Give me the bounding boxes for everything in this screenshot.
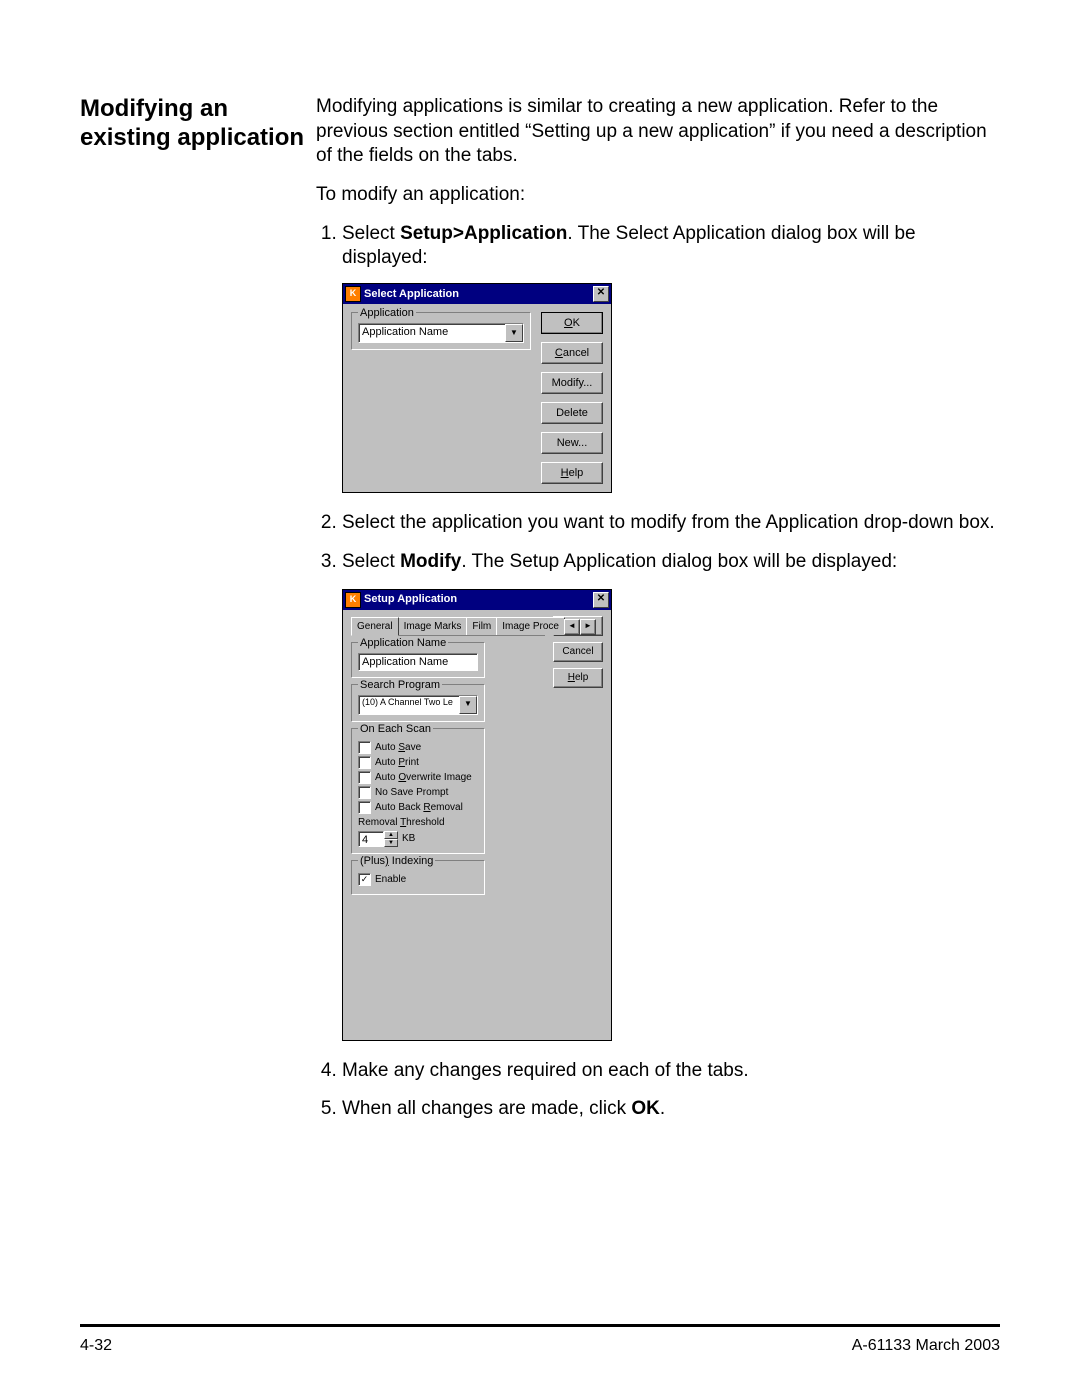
plus-indexing-label: (Plus) Indexing (358, 854, 435, 868)
footer-rule (80, 1324, 1000, 1327)
application-name-combo[interactable]: Application Name ▼ (358, 323, 524, 343)
auto-save-label: Auto Save (375, 741, 421, 754)
section-heading: Modifying an existing application (80, 95, 316, 153)
tab-bar: General Image Marks Film Image Proce ◄ ► (351, 616, 545, 636)
select-application-title: Select Application (364, 287, 459, 301)
intro-paragraph-2: To modify an application: (316, 183, 1000, 208)
kodak-icon: K (345, 592, 361, 608)
tab-image-processing[interactable]: Image Proce (496, 617, 565, 635)
auto-print-checkbox[interactable] (358, 756, 371, 769)
step-3: Select Modify. The Setup Application dia… (342, 550, 1000, 1041)
close-icon[interactable]: ✕ (593, 286, 609, 302)
page: Modifying an existing application Modify… (0, 0, 1080, 1397)
tab-scroll-left-icon[interactable]: ◄ (564, 619, 580, 635)
body-column: Modifying applications is similar to cre… (316, 95, 1000, 1136)
search-program-label: Search Program (358, 678, 442, 692)
removal-threshold-label: Removal Threshold (358, 816, 478, 829)
page-number: 4-32 (80, 1337, 112, 1355)
auto-back-removal-label: Auto Back Removal (375, 801, 463, 814)
setup-application-title: Setup Application (364, 592, 457, 606)
removal-threshold-field[interactable]: 4 (358, 831, 384, 847)
application-name-label: Application Name (358, 636, 448, 650)
help-button[interactable]: Help (553, 668, 603, 688)
section-heading-col: Modifying an existing application (80, 95, 316, 153)
tab-general[interactable]: General (351, 617, 399, 636)
help-button[interactable]: Help (541, 462, 603, 484)
chevron-down-icon[interactable]: ▼ (459, 696, 477, 714)
close-icon[interactable]: ✕ (593, 592, 609, 608)
page-footer: 4-32 A-61133 March 2003 (80, 1337, 1000, 1355)
search-program-groupbox: Search Program (10) A Channel Two Le ▼ (351, 684, 485, 722)
select-application-titlebar: K Select Application ✕ (343, 284, 611, 304)
application-groupbox: Application Application Name ▼ (351, 312, 531, 350)
auto-back-removal-checkbox[interactable] (358, 801, 371, 814)
step-2: Select the application you want to modif… (342, 511, 1000, 536)
kb-label: KB (402, 832, 415, 845)
kodak-icon: K (345, 286, 361, 302)
cancel-button[interactable]: Cancel (541, 342, 603, 364)
threshold-down-icon[interactable]: ▼ (384, 839, 398, 847)
enable-checkbox[interactable]: ✓ (358, 873, 371, 886)
ok-button[interactable]: OK (541, 312, 603, 334)
auto-overwrite-checkbox[interactable] (358, 771, 371, 784)
search-program-value: (10) A Channel Two Le (359, 696, 459, 714)
plus-indexing-groupbox: (Plus) Indexing ✓Enable (351, 860, 485, 895)
no-save-prompt-label: No Save Prompt (375, 786, 448, 799)
step-4: Make any changes required on each of the… (342, 1059, 1000, 1084)
tab-scroll-right-icon[interactable]: ► (580, 619, 596, 635)
application-name-groupbox: Application Name Application Name (351, 642, 485, 678)
on-each-scan-groupbox: On Each Scan Auto Save Auto Print Auto O… (351, 728, 485, 854)
application-name-value: Application Name (359, 324, 505, 342)
setup-application-titlebar: K Setup Application ✕ (343, 590, 611, 610)
modify-button[interactable]: Modify... (541, 372, 603, 394)
doc-id-date: A-61133 March 2003 (852, 1337, 1000, 1355)
tab-film[interactable]: Film (466, 617, 497, 635)
search-program-combo[interactable]: (10) A Channel Two Le ▼ (358, 695, 478, 715)
auto-overwrite-label: Auto Overwrite Image (375, 771, 472, 784)
auto-print-label: Auto Print (375, 756, 419, 769)
application-name-field[interactable]: Application Name (358, 653, 478, 671)
application-group-label: Application (358, 306, 416, 320)
tab-image-marks[interactable]: Image Marks (398, 617, 468, 635)
auto-save-checkbox[interactable] (358, 741, 371, 754)
delete-button[interactable]: Delete (541, 402, 603, 424)
step-1: Select Setup>Application. The Select App… (342, 222, 1000, 493)
new-button[interactable]: New... (541, 432, 603, 454)
chevron-down-icon[interactable]: ▼ (505, 324, 523, 342)
setup-application-dialog: K Setup Application ✕ General Image Mark… (342, 589, 612, 1041)
no-save-prompt-checkbox[interactable] (358, 786, 371, 799)
steps-list: Select Setup>Application. The Select App… (316, 222, 1000, 1122)
intro-paragraph-1: Modifying applications is similar to cre… (316, 95, 1000, 169)
select-application-dialog: K Select Application ✕ Application Appli… (342, 283, 612, 493)
threshold-up-icon[interactable]: ▲ (384, 831, 398, 839)
step-5: When all changes are made, click OK. (342, 1097, 1000, 1122)
on-each-scan-label: On Each Scan (358, 722, 433, 736)
enable-label: Enable (375, 873, 406, 886)
cancel-button[interactable]: Cancel (553, 642, 603, 662)
